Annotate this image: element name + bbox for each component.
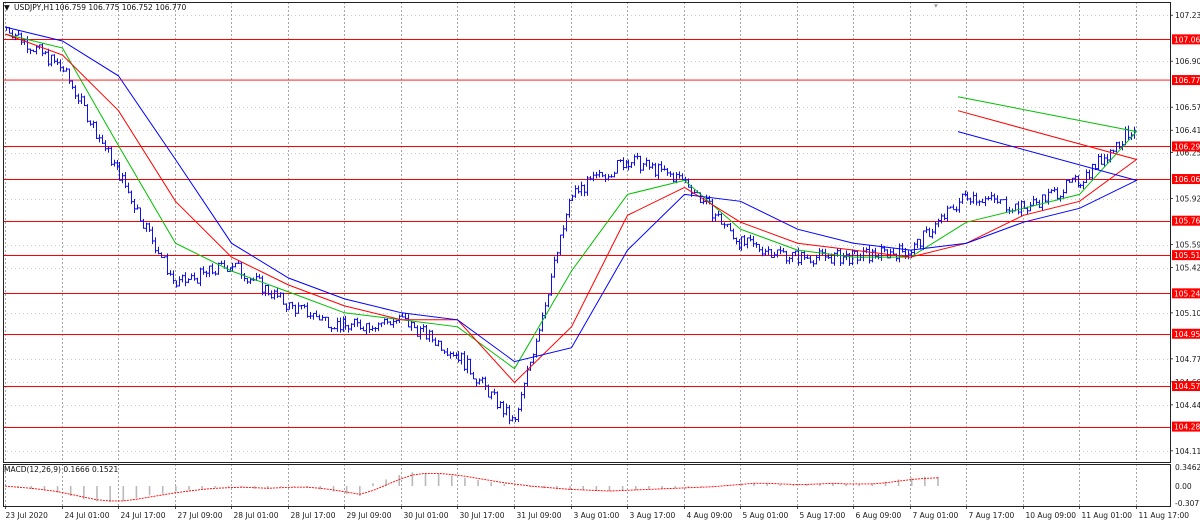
ohlc-readout: 106.759 106.775 106.752 106.770 [55,3,186,12]
price-tick-label: 104.440 [1175,401,1200,410]
time-tick-label: 4 Aug 09:00 [687,511,733,520]
macd-tick-label: -0.3077 [1175,499,1200,508]
time-tick-label: 24 Jul 17:00 [121,511,166,520]
level-tag-label: 106.060 [1174,175,1200,184]
price-tick-label: 106.905 [1175,57,1200,66]
time-tick-label: 29 Jul 09:00 [347,511,392,520]
time-tick-label: 5 Aug 17:00 [800,511,846,520]
price-chart[interactable]: 107.235106.905106.575106.410106.250105.9… [0,0,1200,525]
price-axis: 107.235106.905106.575106.410106.250105.9… [3,11,1200,508]
grid [3,2,1170,506]
price-tick-label: 106.575 [1175,103,1200,112]
horizontal-levels [3,39,1170,428]
level-tag-label: 105.514 [1174,251,1200,260]
price-tick-label: 107.235 [1175,11,1200,20]
time-tick-label: 28 Jul 01:00 [234,511,279,520]
time-tick-label: 23 Jul 2020 [6,511,49,520]
scroll-marker-icon[interactable]: ▾ [934,1,938,10]
time-tick-label: 30 Jul 17:00 [460,511,505,520]
time-tick-label: 27 Jul 09:00 [178,511,223,520]
current-price-label: 106.770 [1174,76,1200,85]
time-tick-label: 24 Jul 01:00 [65,511,110,520]
macd-tick-label: 0.3462 [1175,463,1200,472]
level-tag-label: 107.062 [1174,35,1200,44]
level-tag-label: 104.575 [1174,382,1200,391]
price-tick-label: 106.410 [1175,126,1200,135]
time-tick-label: 30 Jul 01:00 [404,511,449,520]
time-tick-label: 11 Aug 17:00 [1139,511,1190,520]
time-tick-label: 6 Aug 09:00 [856,511,902,520]
macd-label: MACD(12,26,9) 0.1666 0.1521 [4,465,118,474]
price-tick-label: 105.590 [1175,241,1200,250]
time-tick-label: 31 Jul 09:00 [517,511,562,520]
time-tick-label: 7 Aug 01:00 [913,511,959,520]
price-tick-label: 104.770 [1175,355,1200,364]
level-tag-label: 105.240 [1174,289,1200,298]
macd-tick-label: 0.00 [1175,482,1192,491]
time-tick-label: 11 Aug 01:00 [1082,511,1133,520]
time-tick-label: 7 Aug 17:00 [969,511,1015,520]
time-tick-label: 3 Aug 17:00 [630,511,676,520]
price-tick-label: 105.920 [1175,195,1200,204]
time-tick-label: 3 Aug 01:00 [574,511,620,520]
price-tick-label: 105.425 [1175,264,1200,273]
chart-frame [3,2,1171,507]
level-tag-label: 105.761 [1174,217,1200,226]
time-tick-label: 28 Jul 17:00 [291,511,336,520]
level-tag-label: 106.294 [1174,142,1200,151]
moving-average-2 [5,33,1138,384]
level-tag-label: 104.950 [1174,330,1200,339]
time-axis: 23 Jul 2020 24 Jul 01:00 24 Jul 17:00 27 Ju… [5,506,1190,520]
symbol-label: USDJPY,H1 [14,3,54,12]
macd-signal-line [4,472,939,502]
level-tag-label: 104.284 [1174,423,1200,432]
time-tick-label: 10 Aug 09:00 [1026,511,1077,520]
price-tick-label: 105.100 [1175,309,1200,318]
macd-frame [3,464,1171,507]
time-tick-label: 5 Aug 01:00 [743,511,789,520]
macd-indicator [4,472,939,503]
price-tick-label: 104.110 [1175,447,1200,456]
symbol-dropdown-icon[interactable]: ▼ [4,3,10,12]
